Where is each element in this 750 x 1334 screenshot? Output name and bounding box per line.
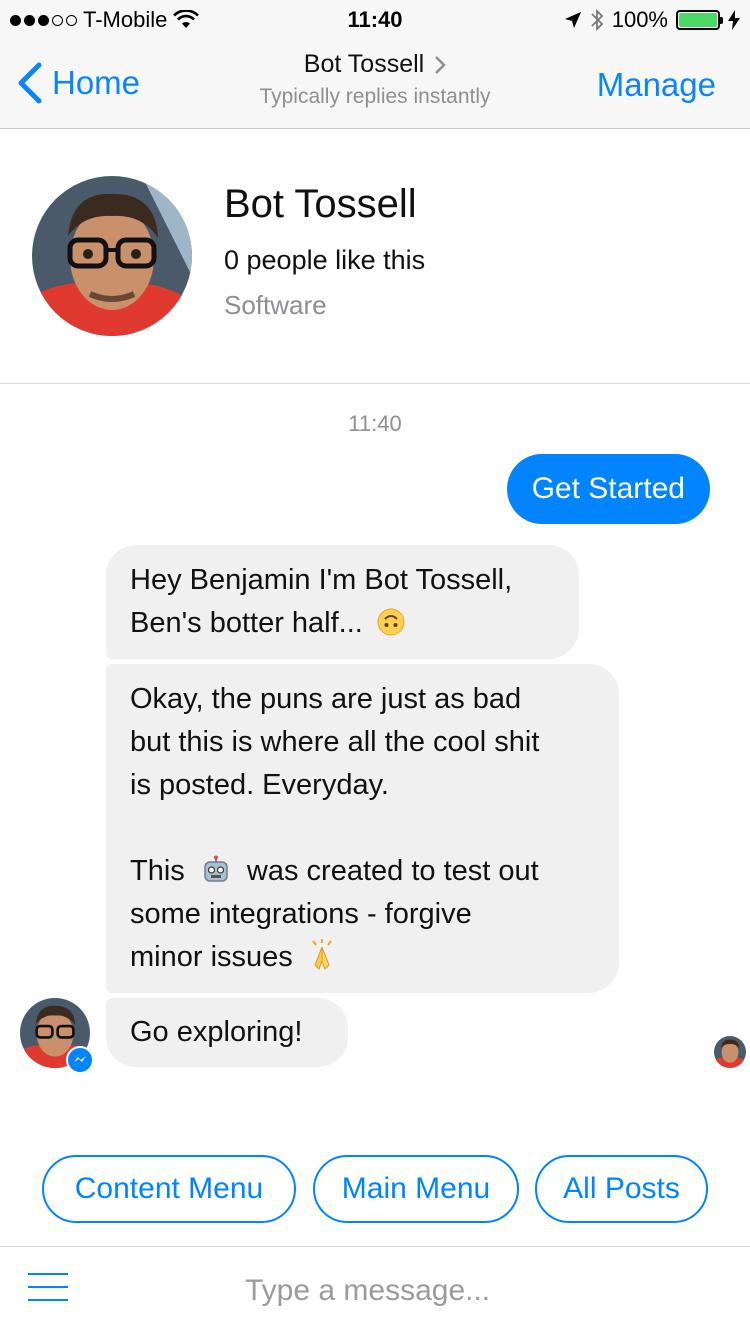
page-profile-header: Bot Tossell 0 people like this Software	[0, 130, 750, 384]
message-input[interactable]	[245, 1269, 705, 1313]
location-arrow-icon	[564, 12, 581, 28]
profile-name: Bot Tossell	[224, 182, 417, 226]
profile-category: Software	[224, 290, 327, 320]
message-composer	[0, 1246, 750, 1334]
message-line: some integrations - forgive	[130, 898, 472, 930]
read-receipt-avatar	[714, 1036, 746, 1068]
outgoing-message-bubble[interactable]: Get Started	[506, 454, 710, 524]
incoming-message-bubble[interactable]: Hey Benjamin I'm Bot Tossell, Ben's bott…	[106, 545, 579, 659]
message-text: This	[130, 855, 185, 887]
manage-button[interactable]: Manage	[597, 66, 716, 104]
navigation-bar: Home Bot Tossell Typically replies insta…	[0, 40, 750, 129]
message-line-with-emoji: Ben's botter half...	[130, 602, 555, 645]
message-text: was created to test out	[246, 855, 539, 887]
quick-reply-all-posts[interactable]: All Posts	[535, 1155, 708, 1223]
message-line: Okay, the puns are just as bad	[130, 683, 522, 715]
upside-down-face-icon	[377, 608, 405, 636]
avatar[interactable]	[32, 176, 192, 336]
read-receipt-photo	[714, 1036, 746, 1068]
messenger-icon	[66, 1046, 94, 1074]
nav-title: Bot Tossell	[303, 50, 425, 78]
chevron-right-icon	[435, 55, 446, 74]
profile-likes: 0 people like this	[224, 245, 426, 275]
battery-percent: 100%	[611, 7, 668, 32]
battery-icon	[676, 10, 723, 30]
profile-photo	[32, 176, 192, 336]
message-text: minor issues	[130, 941, 293, 973]
message-line-with-emoji: minor issues	[130, 936, 595, 979]
quick-reply-main-menu[interactable]: Main Menu	[313, 1155, 519, 1223]
message-line-with-emoji: This was created to test out	[130, 850, 595, 893]
incoming-message-bubble[interactable]: Go exploring!	[106, 998, 348, 1067]
bluetooth-icon	[591, 8, 603, 32]
status-right: 100%	[564, 7, 740, 33]
folded-hands-icon	[312, 939, 332, 970]
quick-reply-content-menu[interactable]: Content Menu	[42, 1155, 296, 1223]
message-timestamp: 11:40	[348, 411, 402, 436]
messenger-bolt-icon	[74, 1056, 86, 1062]
charging-bolt-icon	[728, 10, 740, 30]
message-line: but this is where all the cool shit	[130, 726, 540, 758]
robot-face-icon	[204, 855, 228, 882]
message-line: is posted. Everyday.	[130, 769, 389, 801]
message-text: Ben's botter half...	[130, 607, 363, 639]
status-bar: T-Mobile 11:40 100%	[0, 0, 750, 40]
nav-title-row: Bot Tossell	[304, 50, 446, 79]
incoming-message-bubble[interactable]: Okay, the puns are just as bad but this …	[106, 664, 619, 993]
hamburger-menu-icon[interactable]	[28, 1273, 68, 1307]
message-line: Hey Benjamin I'm Bot Tossell,	[130, 564, 513, 596]
